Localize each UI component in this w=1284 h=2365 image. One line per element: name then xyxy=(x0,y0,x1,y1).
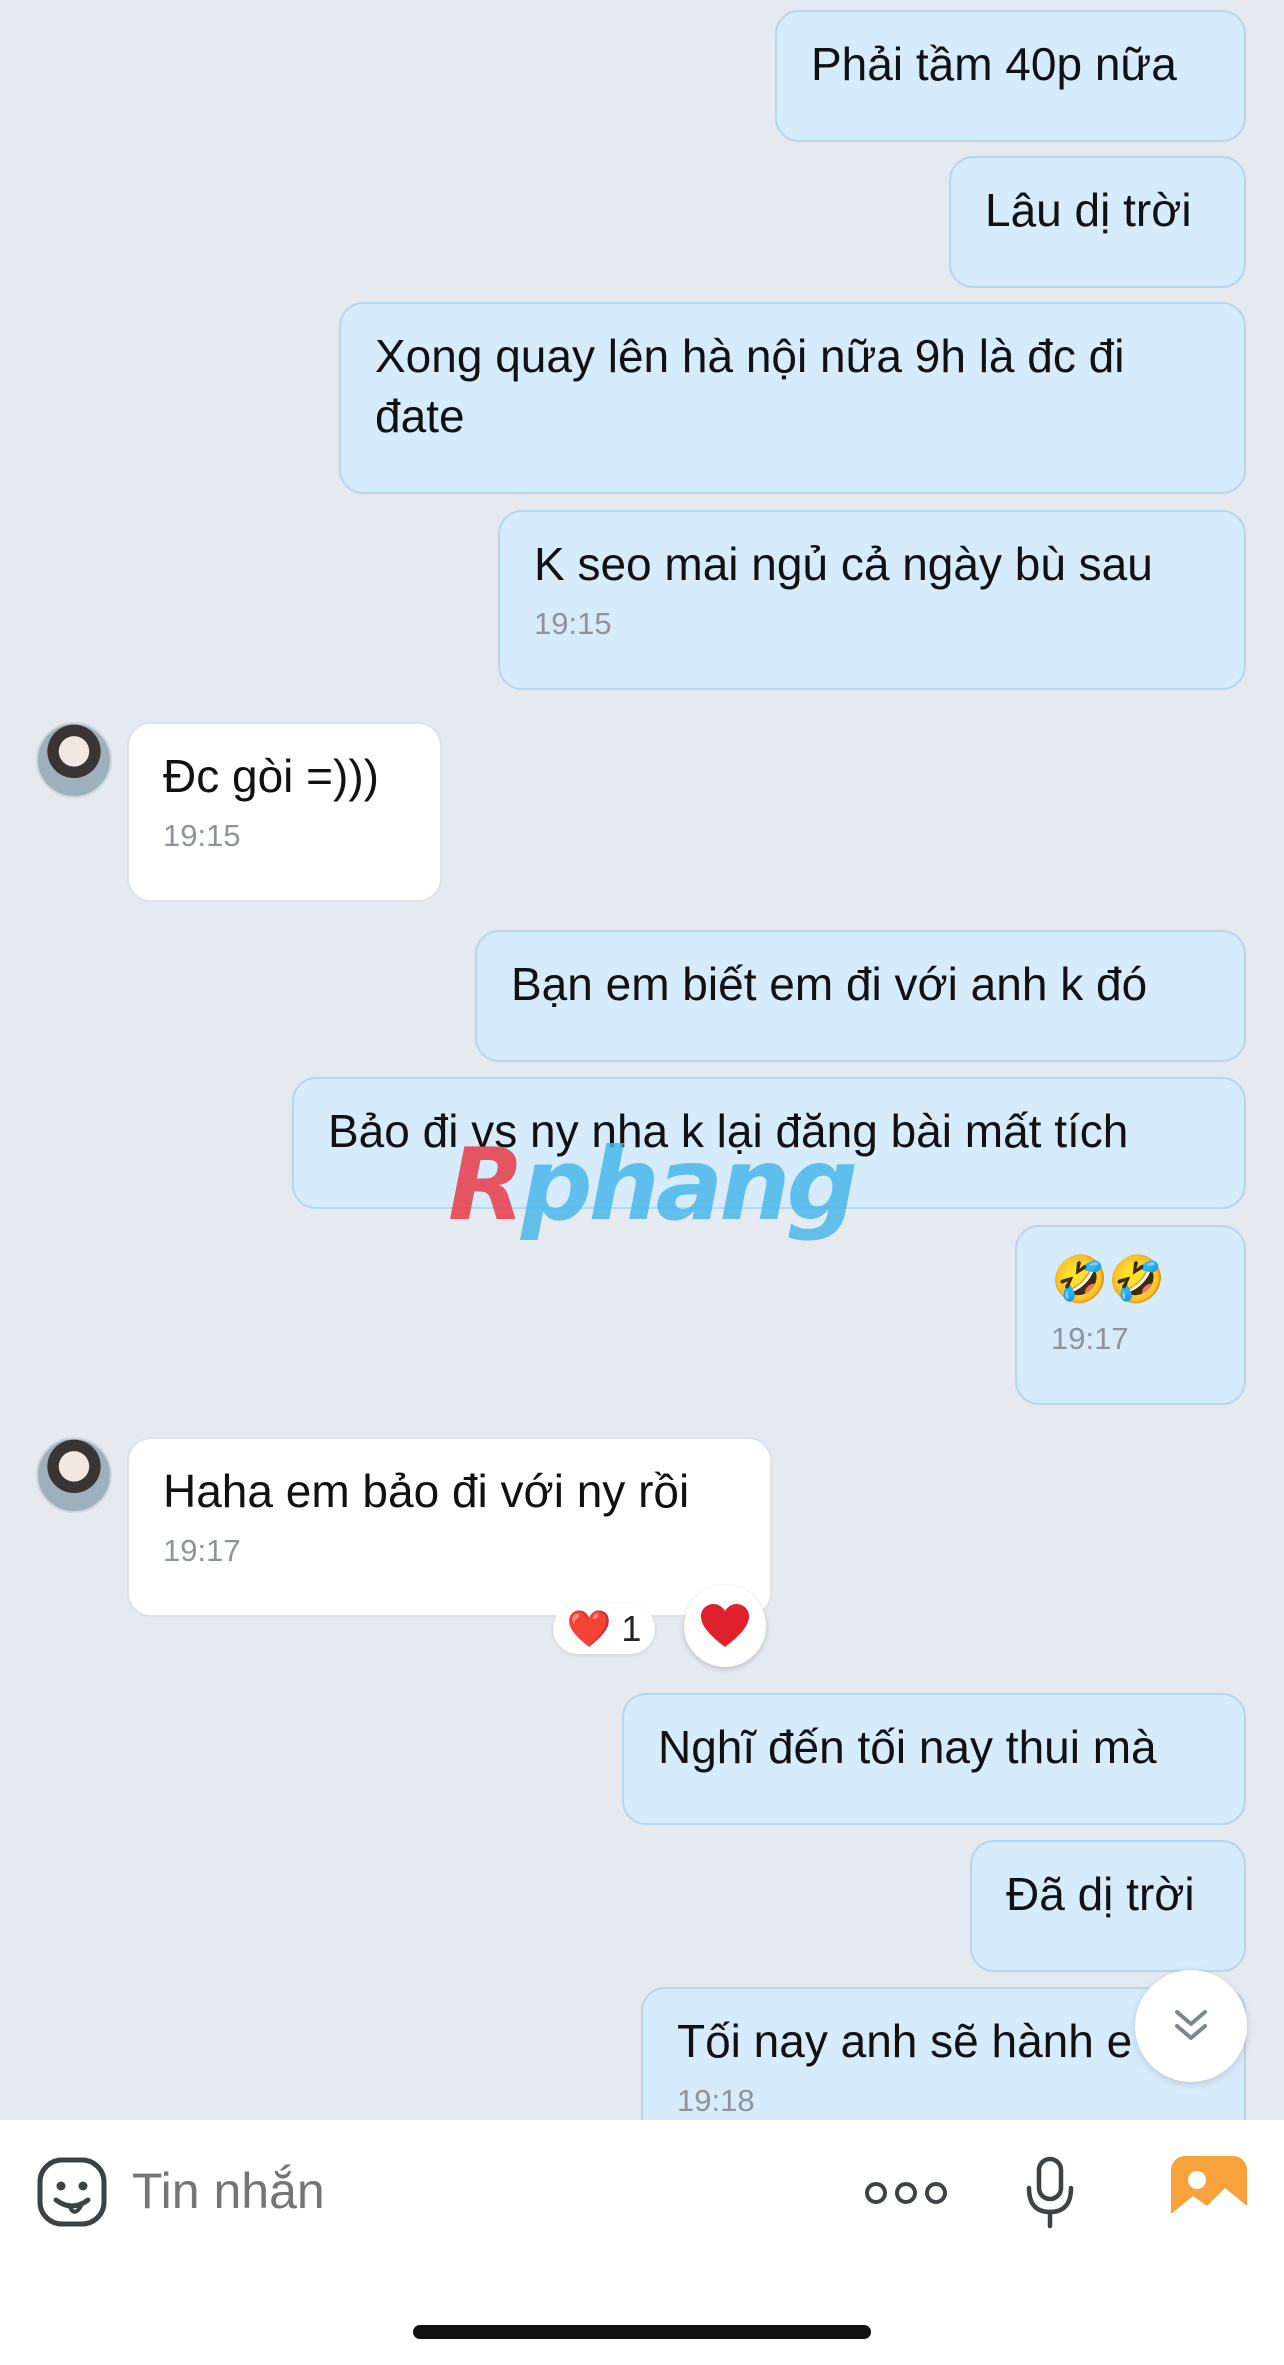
message-input[interactable] xyxy=(130,2150,834,2232)
scroll-down-icon xyxy=(1175,2010,1207,2040)
microphone-icon[interactable] xyxy=(1024,2156,1076,2230)
message-text: 🤣🤣 xyxy=(1051,1253,1166,1305)
message-text: Đc gòi =))) xyxy=(163,750,379,802)
message-text: Bảo đi vs ny nha k lại đăng bài mất tích xyxy=(328,1105,1129,1157)
chat-area[interactable]: Phải tầm 40p nữa Lâu dị trời Xong quay l… xyxy=(0,0,1284,2120)
message-time: 19:17 xyxy=(1051,1321,1129,1356)
heart-icon xyxy=(701,1604,749,1647)
message-text: K seo mai ngủ cả ngày bù sau xyxy=(534,538,1153,590)
message-bubble[interactable]: Haha em bảo đi với ny rồi 19:17 xyxy=(127,1437,772,1617)
home-indicator xyxy=(413,2325,871,2339)
message-bubble[interactable]: Xong quay lên hà nội nữa 9h là đc đi đat… xyxy=(339,302,1246,494)
message-bubble[interactable]: Phải tầm 40p nữa xyxy=(775,10,1246,142)
message-time: 19:18 xyxy=(677,2083,755,2118)
message-text: Tối nay anh sẽ hành e xyxy=(677,2015,1133,2067)
message-text: Nghĩ đến tối nay thui mà xyxy=(658,1721,1157,1773)
message-bubble[interactable]: Bảo đi vs ny nha k lại đăng bài mất tích xyxy=(292,1077,1246,1209)
contact-avatar[interactable] xyxy=(36,722,112,798)
react-button[interactable] xyxy=(684,1585,766,1667)
message-text: Haha em bảo đi với ny rồi xyxy=(163,1465,690,1517)
message-bubble[interactable]: Lâu dị trời xyxy=(949,156,1246,288)
scroll-down-button[interactable] xyxy=(1135,1970,1247,2082)
message-bubble[interactable]: Nghĩ đến tối nay thui mà xyxy=(622,1693,1246,1825)
message-bubble[interactable]: K seo mai ngủ cả ngày bù sau 19:15 xyxy=(498,510,1246,690)
message-text: Bạn em biết em đi với anh k đó xyxy=(511,958,1148,1010)
emoji-sticker-icon[interactable] xyxy=(36,2156,108,2228)
message-text: Xong quay lên hà nội nữa 9h là đc đi đat… xyxy=(375,330,1125,442)
message-text: Lâu dị trời xyxy=(985,184,1192,236)
message-time: 19:17 xyxy=(163,1533,241,1568)
message-time: 19:15 xyxy=(534,606,612,641)
message-text: Phải tầm 40p nữa xyxy=(811,38,1177,90)
message-bubble[interactable]: Đc gòi =))) 19:15 xyxy=(127,722,442,902)
message-text: Đã dị trời xyxy=(1006,1868,1195,1920)
message-bubble[interactable]: Đã dị trời xyxy=(970,1840,1246,1972)
message-time: 19:15 xyxy=(163,818,241,853)
message-bubble[interactable]: 🤣🤣 19:17 xyxy=(1015,1225,1246,1405)
contact-avatar[interactable] xyxy=(36,1437,112,1513)
message-bubble[interactable]: Bạn em biết em đi với anh k đó xyxy=(475,930,1246,1062)
image-gallery-icon[interactable] xyxy=(1171,2156,1247,2228)
reaction-emoji: ❤️ xyxy=(566,1608,612,1649)
reaction-number: 1 xyxy=(621,1608,642,1649)
reaction-count[interactable]: ❤️ 1 xyxy=(553,1604,655,1654)
more-icon[interactable] xyxy=(864,2173,948,2213)
